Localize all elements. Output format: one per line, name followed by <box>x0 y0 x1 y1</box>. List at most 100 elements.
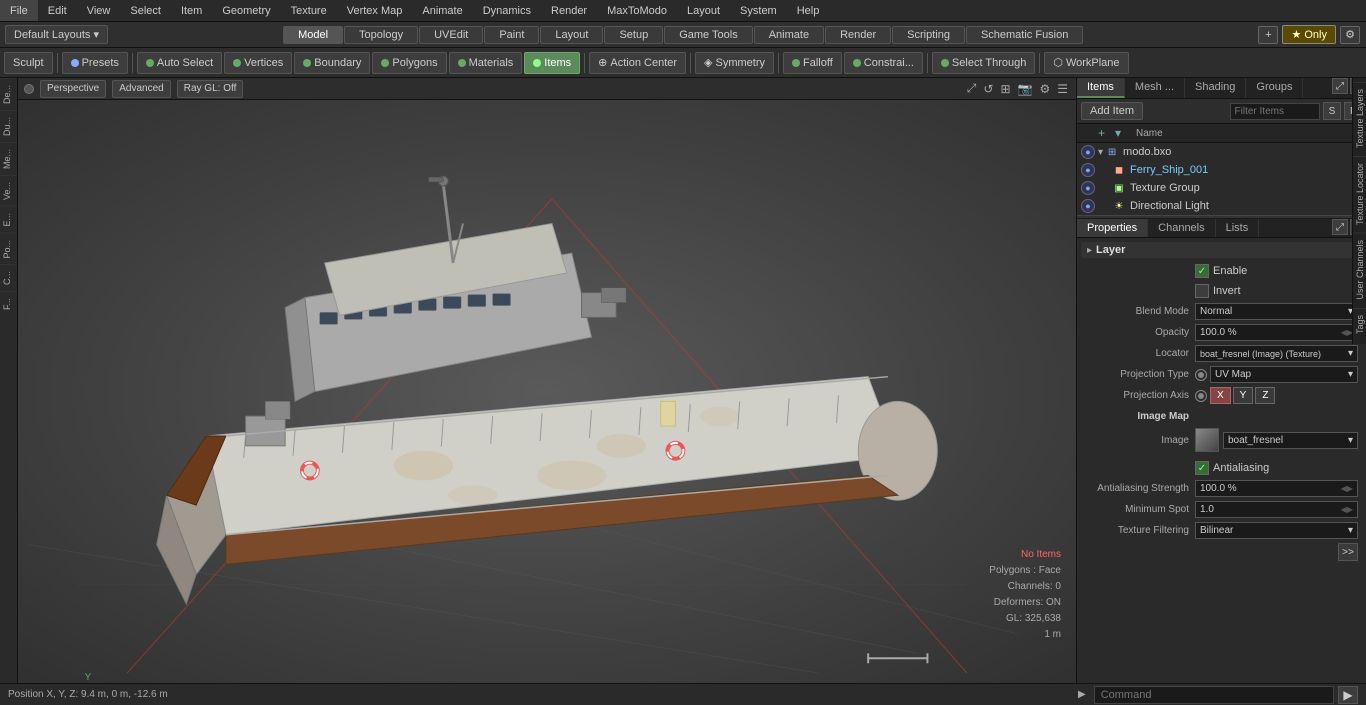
right-tab-texture-layers[interactable]: Texture Layers <box>1353 82 1366 154</box>
ray-gl-button[interactable]: Ray GL: Off <box>177 80 244 98</box>
tab-game-tools[interactable]: Game Tools <box>664 26 753 44</box>
tab-schematic-fusion[interactable]: Schematic Fusion <box>966 26 1083 44</box>
right-tab-texture-locator[interactable]: Texture Locator <box>1353 156 1366 231</box>
opacity-value[interactable]: 100.0 % ◀▶ <box>1195 324 1358 341</box>
menu-system[interactable]: System <box>730 0 787 21</box>
right-tab-tags[interactable]: Tags <box>1353 308 1366 340</box>
select-through-button[interactable]: Select Through <box>932 52 1035 74</box>
menu-edit[interactable]: Edit <box>38 0 77 21</box>
default-layouts-dropdown[interactable]: Default Layouts ▾ <box>5 25 108 44</box>
add-icon[interactable]: + <box>1098 126 1105 140</box>
image-dropdown[interactable]: boat_fresnel ▾ <box>1223 432 1358 449</box>
workplane-button[interactable]: ⬡ WorkPlane <box>1044 52 1128 74</box>
image-thumbnail[interactable] <box>1195 428 1219 452</box>
item-visibility-toggle[interactable]: ● <box>1081 145 1095 159</box>
items-button[interactable]: Items <box>524 52 580 74</box>
tab-scripting[interactable]: Scripting <box>892 26 965 44</box>
blend-mode-dropdown[interactable]: Normal ▾ <box>1195 303 1358 320</box>
z-axis-button[interactable]: Z <box>1255 387 1275 404</box>
menu-layout[interactable]: Layout <box>677 0 730 21</box>
item-visibility-toggle[interactable]: ● <box>1081 163 1095 177</box>
x-axis-button[interactable]: X <box>1210 387 1231 404</box>
command-arrow-icon[interactable]: ▶ <box>1078 689 1086 700</box>
menu-view[interactable]: View <box>77 0 121 21</box>
locator-dropdown[interactable]: boat_fresnel (Image) (Texture) ▾ <box>1195 345 1358 362</box>
panel-tab-groups[interactable]: Groups <box>1246 78 1303 98</box>
viewport-icon-camera[interactable]: 📷 <box>1016 81 1035 97</box>
auto-select-button[interactable]: Auto Select <box>137 52 222 74</box>
panel-expand-button[interactable]: ⤢ <box>1332 78 1348 94</box>
item-visibility-toggle[interactable]: ● <box>1081 181 1095 195</box>
command-input[interactable] <box>1094 686 1334 704</box>
tab-paint[interactable]: Paint <box>484 26 539 44</box>
props-tab-channels[interactable]: Channels <box>1148 219 1215 237</box>
menu-vertex-map[interactable]: Vertex Map <box>337 0 413 21</box>
left-tab-mesh[interactable]: Me... <box>0 142 17 175</box>
expand-props-button[interactable]: >> <box>1338 543 1358 561</box>
layout-settings-button[interactable]: ⚙ <box>1340 26 1360 44</box>
add-item-button[interactable]: Add Item <box>1081 102 1143 120</box>
y-axis-button[interactable]: Y <box>1233 387 1254 404</box>
invert-checkbox[interactable] <box>1195 284 1209 298</box>
list-item[interactable]: ● ◼ Ferry_Ship_001 <box>1077 161 1366 179</box>
tab-animate[interactable]: Animate <box>754 26 824 44</box>
filter-items-input[interactable] <box>1230 103 1320 120</box>
action-center-button[interactable]: ⊕ Action Center <box>589 52 686 74</box>
viewport-icon-settings[interactable]: ⚙ <box>1037 81 1052 97</box>
viewport-dot[interactable] <box>24 84 34 94</box>
star-only-button[interactable]: ★ Only <box>1282 25 1336 44</box>
constrai-button[interactable]: Constrai... <box>844 52 923 74</box>
filter-icon[interactable]: ▾ <box>1115 126 1121 140</box>
3d-viewport[interactable]: X Y Z No Items Polygons : Face Channels:… <box>18 100 1076 683</box>
projection-type-dropdown[interactable]: UV Map ▾ <box>1210 366 1358 383</box>
sculpt-button[interactable]: Sculpt <box>4 52 53 74</box>
advanced-button[interactable]: Advanced <box>112 80 170 98</box>
item-visibility-toggle[interactable]: ● <box>1081 199 1095 213</box>
add-layout-button[interactable]: + <box>1258 26 1278 44</box>
materials-button[interactable]: Materials <box>449 52 523 74</box>
menu-geometry[interactable]: Geometry <box>212 0 280 21</box>
layer-section-header[interactable]: ▸ Layer <box>1081 242 1362 258</box>
boundary-button[interactable]: Boundary <box>294 52 370 74</box>
symmetry-button[interactable]: ◈ Symmetry <box>695 52 774 74</box>
menu-select[interactable]: Select <box>120 0 171 21</box>
props-tab-lists[interactable]: Lists <box>1216 219 1260 237</box>
menu-file[interactable]: File <box>0 0 38 21</box>
panel-tab-items[interactable]: Items <box>1077 78 1125 98</box>
menu-animate[interactable]: Animate <box>412 0 472 21</box>
vertices-button[interactable]: Vertices <box>224 52 292 74</box>
panel-tab-shading[interactable]: Shading <box>1185 78 1246 98</box>
right-tab-user-channels[interactable]: User Channels <box>1353 233 1366 306</box>
tab-uvedit[interactable]: UVEdit <box>419 26 483 44</box>
list-item[interactable]: ● ▣ Texture Group <box>1077 179 1366 197</box>
command-go-button[interactable]: ▶ <box>1338 686 1358 704</box>
menu-render[interactable]: Render <box>541 0 597 21</box>
menu-help[interactable]: Help <box>787 0 830 21</box>
tab-model[interactable]: Model <box>283 26 343 44</box>
left-tab-f[interactable]: F... <box>0 291 17 316</box>
s-button[interactable]: S <box>1323 102 1341 120</box>
texture-filtering-dropdown[interactable]: Bilinear ▾ <box>1195 522 1358 539</box>
left-tab-vertex[interactable]: Ve... <box>0 175 17 206</box>
polygons-button[interactable]: Polygons <box>372 52 446 74</box>
left-tab-default[interactable]: De... <box>0 78 17 110</box>
list-item[interactable]: ● ▾ ⊞ modo.bxo <box>1077 143 1366 161</box>
viewport[interactable]: Perspective Advanced Ray GL: Off ⤢ ↺ ⊞ 📷… <box>18 78 1076 683</box>
expand-arrow-icon[interactable]: ▾ <box>1098 147 1103 158</box>
view-type-button[interactable]: Perspective <box>40 80 106 98</box>
viewport-icon-grid[interactable]: ⊞ <box>998 81 1012 97</box>
enable-checkbox[interactable]: ✓ <box>1195 264 1209 278</box>
tab-setup[interactable]: Setup <box>604 26 663 44</box>
props-tab-properties[interactable]: Properties <box>1077 219 1148 237</box>
viewport-icon-reset[interactable]: ↺ <box>981 81 995 97</box>
left-tab-duplicate[interactable]: Du... <box>0 110 17 142</box>
viewport-icon-menu[interactable]: ☰ <box>1055 81 1070 97</box>
menu-dynamics[interactable]: Dynamics <box>473 0 541 21</box>
left-tab-c[interactable]: C... <box>0 264 17 291</box>
left-tab-polygon[interactable]: Po... <box>0 233 17 265</box>
tab-render[interactable]: Render <box>825 26 891 44</box>
list-item[interactable]: ● ☀ Directional Light <box>1077 197 1366 215</box>
viewport-icon-expand[interactable]: ⤢ <box>965 80 979 97</box>
falloff-button[interactable]: Falloff <box>783 52 842 74</box>
menu-texture[interactable]: Texture <box>281 0 337 21</box>
